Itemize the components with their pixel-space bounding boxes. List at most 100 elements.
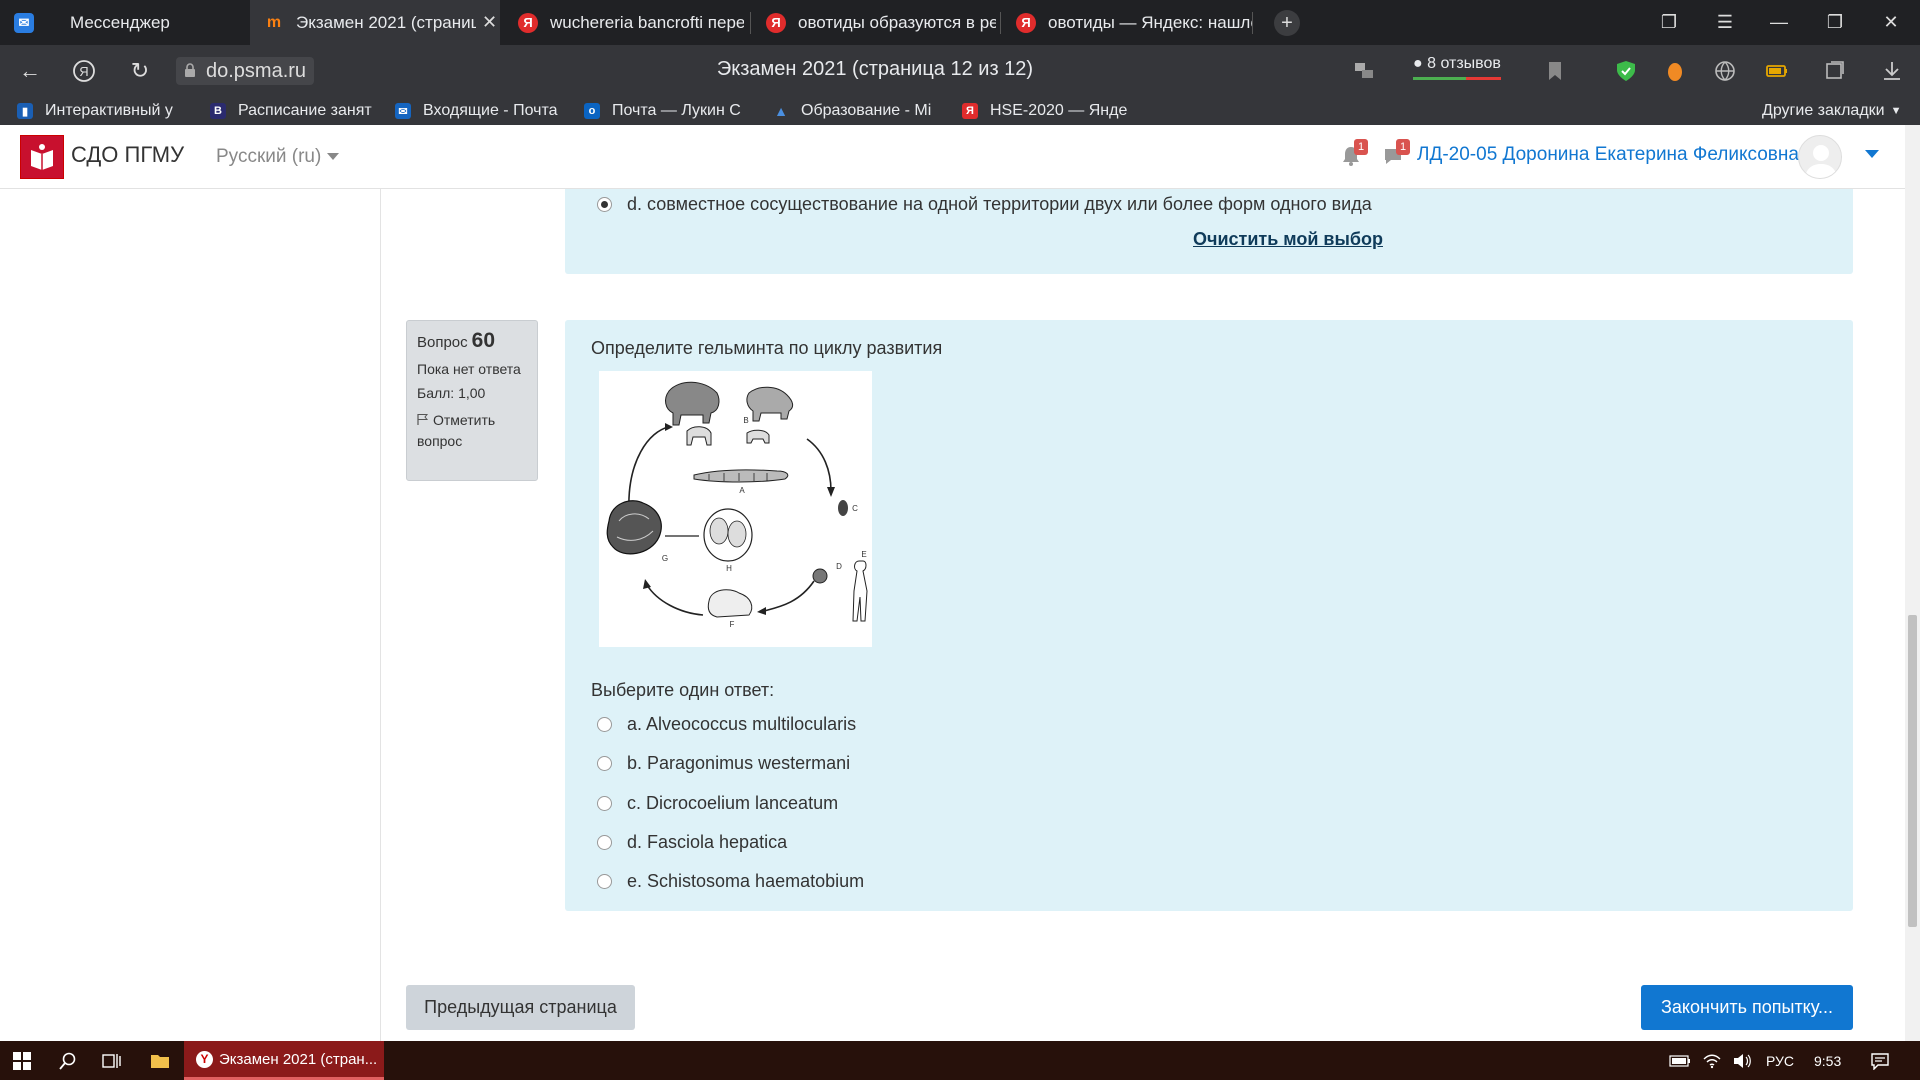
- notification-count-badge: 1: [1354, 139, 1368, 155]
- minimize-icon[interactable]: —: [1754, 0, 1804, 45]
- moodle-icon: m: [266, 13, 282, 31]
- question-score: Балл: 1,00: [417, 385, 486, 401]
- flag-question-button[interactable]: Отметить вопрос: [417, 410, 527, 452]
- site-header: СДО ПГМУ Русский (ru) 1 1 ЛД-20-05 Дорон…: [0, 125, 1905, 189]
- tab-yandex-2[interactable]: Я овотиды образуются в ре: [752, 0, 996, 45]
- windows-start-icon[interactable]: [0, 1041, 44, 1080]
- close-window-icon[interactable]: ✕: [1866, 0, 1916, 45]
- tab-messenger[interactable]: ✉ Мессенджер: [0, 0, 248, 45]
- tab-yandex-1[interactable]: Я wuchereria bancrofti пере: [504, 0, 744, 45]
- download-icon[interactable]: [1880, 59, 1904, 83]
- bookmark-label: Входящие - Почта: [423, 102, 558, 119]
- speech-bubble-icon: ●: [1413, 55, 1423, 72]
- tab-manager-icon[interactable]: ❐: [1644, 0, 1694, 45]
- answer-radio-selected[interactable]: [597, 197, 612, 212]
- other-bookmarks-label: Другие закладки: [1762, 102, 1885, 119]
- tab-yandex-3[interactable]: Я овотиды — Яндекс: нашло: [1002, 0, 1252, 45]
- tab-exam[interactable]: m Экзамен 2021 (страниц ✕: [250, 0, 500, 45]
- bookmark-item[interactable]: B Расписание занят: [210, 97, 375, 125]
- previous-page-button[interactable]: Предыдущая страница: [406, 985, 635, 1030]
- tab-separator: [750, 12, 751, 34]
- restore-icon[interactable]: ❐: [1810, 0, 1860, 45]
- answer-option-a[interactable]: a. Alveococcus multilocularis: [627, 714, 856, 735]
- clock[interactable]: 9:53: [1814, 1041, 1841, 1080]
- finish-attempt-button[interactable]: Закончить попытку...: [1641, 985, 1853, 1030]
- action-center-icon[interactable]: [1858, 1041, 1902, 1080]
- bookmarks-bar: ▮ Интерактивный у B Расписание занят ✉ В…: [0, 97, 1920, 125]
- extension-orange-icon[interactable]: [1663, 59, 1687, 83]
- question-number: 60: [471, 329, 496, 352]
- collections-icon[interactable]: [1823, 59, 1847, 83]
- new-tab-button[interactable]: +: [1274, 10, 1300, 36]
- taskbar-browser-app[interactable]: Y Экзамен 2021 (стран...: [184, 1041, 384, 1080]
- bookmark-favicon-icon: B: [210, 103, 226, 119]
- windows-logo-svg: [13, 1051, 31, 1070]
- answer-option-c[interactable]: c. Dicrocoelium lanceatum: [627, 793, 838, 814]
- bookmark-icon[interactable]: [1543, 59, 1567, 83]
- answer-option-e[interactable]: e. Schistosoma haematobium: [627, 871, 864, 892]
- volume-icon[interactable]: [1720, 1041, 1764, 1080]
- bookmark-item[interactable]: ▮ Интерактивный у: [17, 97, 187, 125]
- answer-option-d[interactable]: d. совместное сосуществование на одной т…: [627, 194, 1372, 215]
- site-logo[interactable]: [20, 135, 64, 179]
- tab-label: Экзамен 2021 (страниц: [296, 12, 476, 32]
- bookmark-label: Образование - Mi: [801, 102, 932, 119]
- notifications-button[interactable]: 1: [1340, 139, 1368, 167]
- language-label: Русский (ru): [216, 146, 322, 167]
- other-bookmarks[interactable]: Другие закладки ▼: [1762, 97, 1912, 125]
- question-label: Вопрос: [417, 334, 468, 351]
- flag-icon: [417, 414, 429, 425]
- search-icon[interactable]: [46, 1041, 90, 1080]
- scrollbar-thumb[interactable]: [1908, 615, 1917, 927]
- answer-radio-b[interactable]: [597, 756, 612, 771]
- battery-saver-icon[interactable]: [1765, 59, 1789, 83]
- language-menu[interactable]: Русский (ru): [216, 146, 340, 168]
- search-icon-svg: [59, 1052, 76, 1070]
- yandex-icon: Я: [518, 12, 538, 33]
- mail-icon: ✉: [395, 103, 411, 119]
- yandex-icon: Я: [1016, 12, 1036, 33]
- diagram-label-c: C: [852, 504, 858, 513]
- notifications-svg: [1871, 1052, 1889, 1070]
- bookmark-label: HSE-2020 — Янде: [990, 102, 1128, 119]
- answer-radio-d[interactable]: [597, 835, 612, 850]
- task-view-icon[interactable]: [90, 1041, 134, 1080]
- answer-radio-a[interactable]: [597, 717, 612, 732]
- drawer-divider: [380, 189, 381, 1041]
- reviews-button[interactable]: ● 8 отзывов: [1413, 55, 1501, 80]
- answer-prompt: Выберите один ответ:: [591, 680, 775, 700]
- protect-shield-icon[interactable]: [1614, 59, 1638, 83]
- clear-choice-link[interactable]: Очистить мой выбор: [1193, 229, 1383, 250]
- menu-icon[interactable]: ☰: [1700, 0, 1750, 45]
- vpn-globe-icon[interactable]: [1713, 59, 1737, 83]
- task-view-svg: [102, 1053, 121, 1068]
- yandex-browser-icon: Y: [196, 1050, 213, 1068]
- answer-radio-c[interactable]: [597, 796, 612, 811]
- diagram-label-f: F: [730, 620, 735, 629]
- messenger-icon: ✉: [14, 12, 34, 33]
- file-explorer-icon[interactable]: [138, 1041, 182, 1080]
- answer-radio-e[interactable]: [597, 874, 612, 889]
- user-menu-caret-icon[interactable]: [1865, 150, 1879, 158]
- user-name[interactable]: ЛД-20-05 Доронина Екатерина Феликсовна: [1417, 144, 1799, 166]
- page-content: d. совместное сосуществование на одной т…: [0, 189, 1905, 1041]
- bookmark-item[interactable]: ▲ Образование - Mi: [773, 97, 941, 125]
- bookmark-item[interactable]: Я HSE-2020 — Янде: [962, 97, 1132, 125]
- chevron-down-icon: ▼: [1890, 105, 1902, 117]
- outlook-icon: o: [584, 103, 600, 119]
- answer-option-d[interactable]: d. Fasciola hepatica: [627, 832, 787, 853]
- bookmark-item[interactable]: ✉ Входящие - Почта: [395, 97, 563, 125]
- avatar[interactable]: [1798, 135, 1842, 179]
- diagram-label-h: H: [726, 564, 732, 573]
- input-language[interactable]: РУС: [1766, 1041, 1794, 1080]
- answer-option-b[interactable]: b. Paragonimus westermani: [627, 753, 850, 774]
- close-tab-icon[interactable]: ✕: [482, 12, 497, 33]
- messages-button[interactable]: 1: [1382, 139, 1410, 167]
- diagram-label-a: A: [739, 486, 745, 495]
- bookmark-item[interactable]: o Почта — Лукин С: [584, 97, 752, 125]
- tab-label: Мессенджер: [70, 12, 170, 32]
- windows-taskbar: Y Экзамен 2021 (стран... РУС 9:53: [0, 1041, 1920, 1080]
- site-name[interactable]: СДО ПГМУ: [71, 142, 184, 168]
- caret-down-icon: [327, 153, 340, 161]
- translate-icon[interactable]: [1352, 59, 1376, 83]
